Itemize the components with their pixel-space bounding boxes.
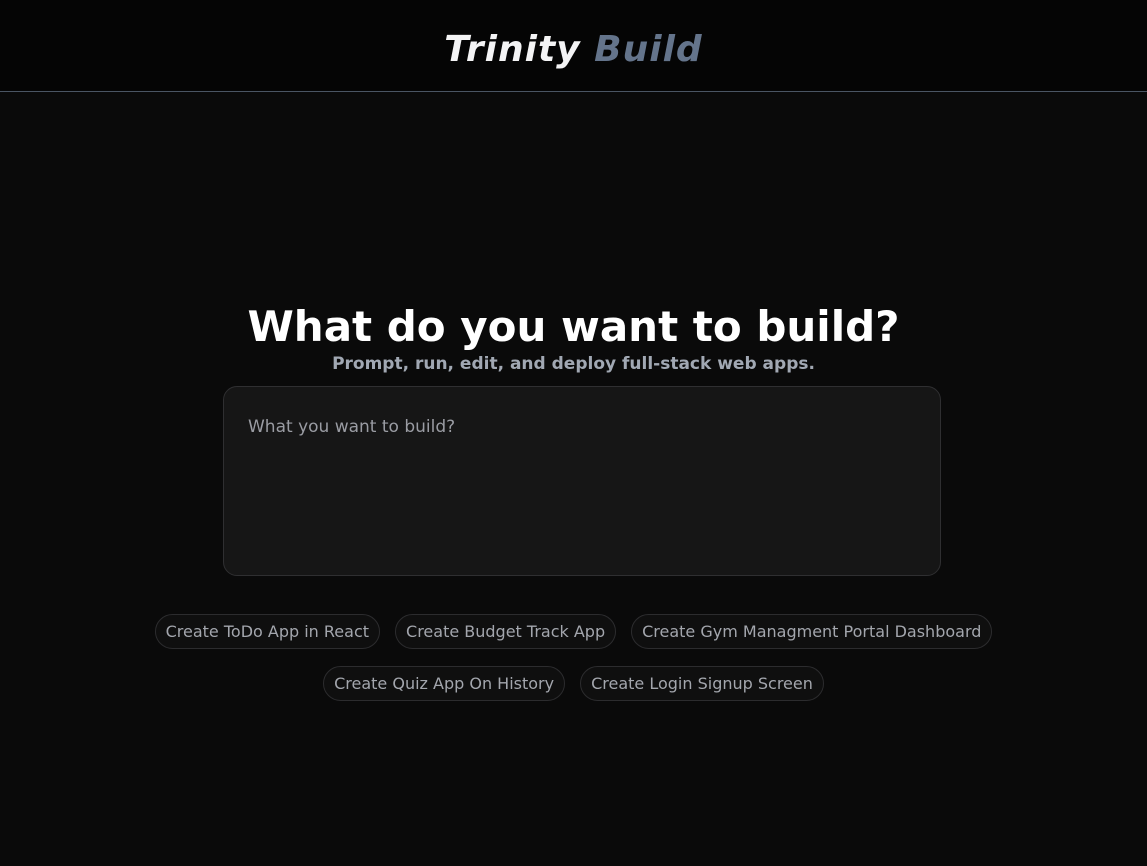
suggestion-row: Create ToDo App in React Create Budget T… (0, 614, 1147, 649)
prompt-input[interactable] (224, 387, 940, 575)
suggestion-chip-quiz-app[interactable]: Create Quiz App On History (323, 666, 566, 701)
top-header: Trinity Build (0, 0, 1147, 92)
suggestion-chip-budget-track-app[interactable]: Create Budget Track App (395, 614, 617, 649)
page-subtitle: Prompt, run, edit, and deploy full-stack… (332, 354, 815, 374)
page-title: What do you want to build? (247, 302, 900, 352)
suggestion-chip-login-signup[interactable]: Create Login Signup Screen (580, 666, 824, 701)
brand-name-primary: Trinity (444, 29, 581, 70)
brand-name-accent: Build (594, 29, 703, 70)
prompt-container (223, 386, 941, 576)
suggestion-chip-gym-dashboard[interactable]: Create Gym Managment Portal Dashboard (631, 614, 993, 649)
app-logo[interactable]: Trinity Build (0, 28, 1147, 72)
suggestion-chip-todo-app[interactable]: Create ToDo App in React (154, 614, 381, 649)
suggestion-row: Create Quiz App On History Create Login … (0, 666, 1147, 701)
